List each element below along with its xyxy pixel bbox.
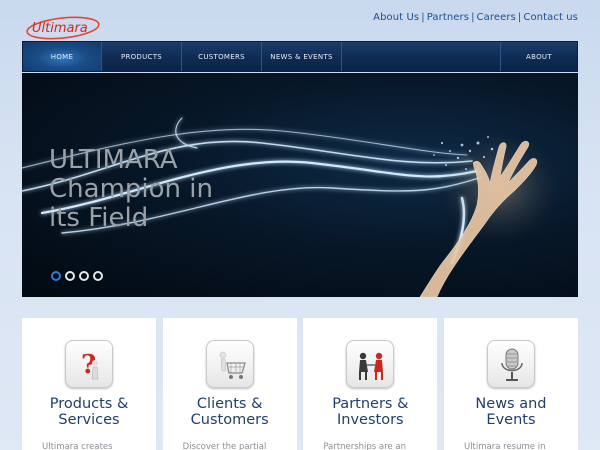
- hero-line-2: Champion in: [49, 174, 213, 204]
- nav-news-events[interactable]: NEWS & EVENTS: [262, 42, 342, 71]
- card-description: Partnerships are an: [323, 442, 406, 450]
- card-clients-customers[interactable]: Clients & Customers Discover the partial: [162, 318, 297, 450]
- slide-dot-4[interactable]: [93, 271, 103, 281]
- slide-dot-3[interactable]: [79, 271, 89, 281]
- slide-dot-1[interactable]: [51, 271, 61, 281]
- logo-text: Ultimara: [32, 21, 88, 36]
- slider-dots: [51, 271, 103, 281]
- card-title: Products & Services: [22, 396, 156, 428]
- contact-us-link[interactable]: Contact us: [523, 12, 578, 23]
- main-nav: HOME PRODUCTS CUSTOMERS NEWS & EVENTS AB…: [22, 41, 578, 72]
- card-title-line-1: Clients &: [196, 396, 263, 412]
- handshake-icon[interactable]: [346, 340, 395, 388]
- card-products-services[interactable]: ? Products & Services Ultimara creates: [22, 318, 156, 450]
- nav-home[interactable]: HOME: [23, 42, 102, 71]
- hero-line-3: its Field: [49, 203, 149, 233]
- card-description: Discover the partial: [182, 442, 267, 450]
- card-title: Partners & Investors: [303, 396, 437, 428]
- card-title-line-2: Events: [486, 412, 536, 428]
- hero-headline: ULTIMARA Champion in its Field: [49, 146, 213, 233]
- card-title-line-2: Services: [58, 412, 120, 428]
- card-title-line-1: News and: [475, 396, 547, 412]
- card-news-events[interactable]: News and Events Ultimara resume in: [443, 318, 578, 450]
- feature-cards: ? Products & Services Ultimara creates C…: [22, 318, 578, 450]
- partners-link[interactable]: Partners: [427, 12, 469, 23]
- card-description: Ultimara resume in: [463, 442, 546, 450]
- microphone-icon[interactable]: [486, 340, 535, 388]
- hero-banner: ULTIMARA Champion in its Field: [22, 73, 578, 297]
- ultimara-logo[interactable]: Ultimara: [25, 14, 101, 40]
- card-description: Ultimara creates: [42, 442, 113, 450]
- slide-dot-2[interactable]: [65, 271, 75, 281]
- nav-spacer: [342, 42, 501, 71]
- card-title: Clients & Customers: [163, 396, 297, 428]
- about-us-link[interactable]: About Us: [373, 12, 419, 23]
- careers-link[interactable]: Careers: [477, 12, 516, 23]
- shopping-cart-icon[interactable]: [205, 340, 254, 388]
- card-title-line-2: Customers: [190, 412, 269, 428]
- nav-products[interactable]: PRODUCTS: [102, 42, 182, 71]
- card-title: News and Events: [444, 396, 578, 428]
- card-title-line-1: Products &: [49, 396, 129, 412]
- card-partners-investors[interactable]: Partners & Investors Partnerships are an: [303, 318, 438, 450]
- card-title-line-1: Partners &: [332, 396, 409, 412]
- top-links: About Us | Partners | Careers | Contact us: [373, 12, 578, 23]
- nav-customers[interactable]: CUSTOMERS: [182, 42, 262, 71]
- card-title-line-2: Investors: [337, 412, 404, 428]
- nav-about[interactable]: ABOUT: [501, 42, 577, 71]
- question-mark-icon[interactable]: ?: [65, 340, 113, 388]
- hero-line-1: ULTIMARA: [49, 145, 178, 175]
